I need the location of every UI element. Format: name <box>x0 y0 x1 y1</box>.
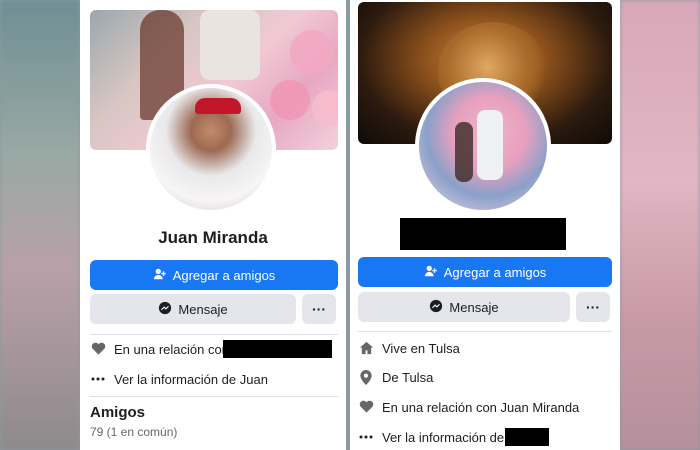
message-button[interactable]: Mensaje <box>90 294 296 324</box>
balloon-decoration <box>312 90 338 126</box>
see-info-row[interactable]: Ver la información de Juan <box>90 371 268 387</box>
lives-in-row: Vive en Tulsa <box>358 340 460 356</box>
heart-icon <box>90 341 106 357</box>
balloon-decoration <box>290 30 334 74</box>
add-friend-icon <box>424 264 438 281</box>
lives-in-text: Vive en Tulsa <box>382 340 460 356</box>
profile-card-left: Juan Miranda Agregar a amigos Mensaje ··… <box>80 0 346 450</box>
add-friend-button[interactable]: Agregar a amigos <box>358 257 612 287</box>
message-button[interactable]: Mensaje <box>358 292 570 322</box>
message-label: Mensaje <box>178 301 228 317</box>
message-label: Mensaje <box>449 299 499 315</box>
add-friend-label: Agregar a amigos <box>443 264 547 280</box>
relationship-text: En una relación con <box>114 341 229 357</box>
person-figure <box>455 122 473 182</box>
redaction-bar <box>505 428 549 446</box>
divider <box>90 396 338 397</box>
person-figure <box>477 110 503 180</box>
more-dots-icon: ··· <box>586 299 600 315</box>
background-blur-right <box>620 0 700 450</box>
see-info-row[interactable]: Ver la información de <box>358 429 504 445</box>
more-dots-icon <box>358 429 374 445</box>
profile-picture[interactable] <box>146 84 276 214</box>
more-options-button[interactable]: ··· <box>576 292 610 322</box>
person-figure <box>200 10 260 80</box>
background-blur-left <box>0 0 80 450</box>
relationship-text: En una relación con Juan Miranda <box>382 399 580 415</box>
relationship-row: En una relación con Juan Miranda <box>358 399 579 415</box>
add-friend-button[interactable]: Agregar a amigos <box>90 260 338 290</box>
divider <box>90 334 338 335</box>
redaction-bar <box>223 340 332 358</box>
red-cap-shape <box>195 98 241 114</box>
divider <box>358 331 612 332</box>
balloon-decoration <box>270 80 310 120</box>
friends-count: 79 (1 en común) <box>90 425 178 439</box>
profile-card-right: Agregar a amigos Mensaje ··· Vive en Tul… <box>350 0 620 450</box>
add-friend-label: Agregar a amigos <box>172 267 276 283</box>
redacted-name <box>400 218 566 250</box>
profile-name: Juan Miranda <box>158 228 268 247</box>
friends-title: Amigos <box>90 404 146 421</box>
more-dots-icon <box>90 371 106 387</box>
messenger-icon <box>429 299 443 316</box>
more-dots-icon: ··· <box>312 301 326 317</box>
from-text: De Tulsa <box>382 369 434 385</box>
home-icon <box>358 340 374 356</box>
see-info-text: Ver la información de Juan <box>114 371 268 387</box>
messenger-icon <box>158 301 172 318</box>
see-info-text: Ver la información de <box>382 429 505 445</box>
profile-picture[interactable] <box>415 78 551 214</box>
more-options-button[interactable]: ··· <box>302 294 336 324</box>
heart-icon <box>358 399 374 415</box>
relationship-row: En una relación con <box>90 341 229 357</box>
add-friend-icon <box>153 267 167 284</box>
from-row: De Tulsa <box>358 369 433 385</box>
location-pin-icon <box>358 369 374 385</box>
